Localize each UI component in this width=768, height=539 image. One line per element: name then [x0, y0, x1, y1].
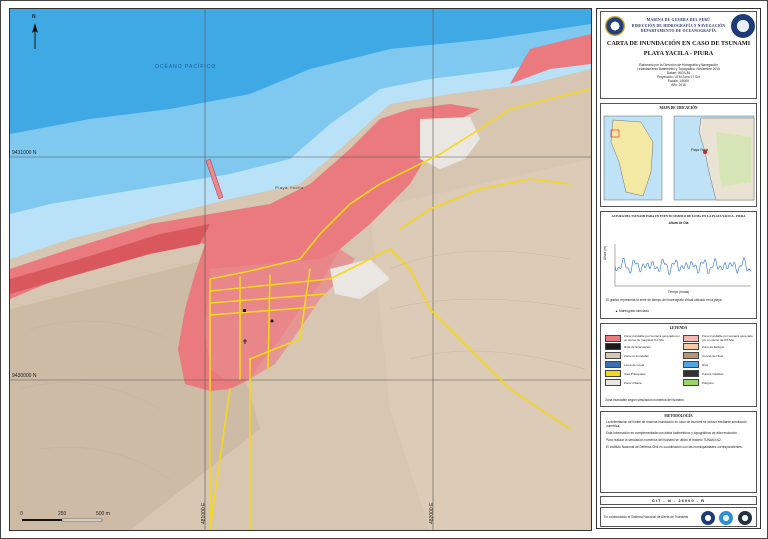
legend-item: Vías Principales — [605, 370, 646, 377]
legend-label: Curvas de Nivel — [702, 353, 724, 358]
ocean-label: OCÉANO PACÍFICO — [155, 64, 217, 70]
location-label: Playa Yacila — [691, 148, 709, 152]
legend-label: Zona no inundable — [624, 353, 649, 358]
legend-item: Curvas de Nivel — [683, 352, 723, 359]
legend-item: Zona Urbana — [605, 379, 642, 386]
legend-swatch — [683, 352, 699, 359]
legend-label: Vías Principales — [624, 371, 646, 376]
title-block: MARINA DE GUERRA DEL PERÚ DIRECCIÓN DE H… — [600, 11, 757, 99]
legend-swatch — [605, 334, 621, 342]
location-map: MAPA DE UBICACIÓN Playa Yacila — [600, 103, 757, 207]
legend-item: Zona no inundable — [605, 352, 649, 359]
legend-label: Zona Urbana — [624, 380, 642, 385]
methodology-paragraph: El Instituto Nacional de Defensa Civil e… — [606, 445, 743, 449]
legend-label: Polígono — [702, 380, 714, 385]
coord-label-east-1: 481000 E — [201, 502, 207, 524]
partner-logo — [738, 511, 752, 525]
code-text: CIT - N - 26000 - B — [651, 498, 705, 503]
partner-logo — [719, 511, 733, 525]
legend-swatch — [605, 379, 621, 386]
marker-legend: ▲ Mareógrafo simulado — [615, 309, 649, 313]
legend-title: LEYENDA — [669, 326, 688, 330]
north-label: N — [32, 14, 36, 20]
chart-note: El gráfico representa la serie de tiempo… — [606, 298, 723, 302]
legend-label: Puntos notables — [702, 371, 724, 376]
tsunami-map[interactable]: OCÉANO PACÍFICO Playa Yacila 9431000 N 9… — [9, 8, 592, 531]
methodology-paragraph: Esta información es complementada con da… — [606, 431, 738, 435]
legend: LEYENDA Zona inundable por tsunami gener… — [600, 323, 757, 407]
partner-logo — [701, 511, 715, 525]
info-panel: MARINA DE GUERRA DEL PERÚ DIRECCIÓN DE H… — [596, 8, 761, 529]
legend-label: Zona inundable por tsunami generado por … — [702, 334, 753, 342]
legend-swatch — [605, 370, 621, 377]
legend-item: Zona inundable por tsunami generado por … — [605, 334, 684, 342]
legend-item: Zona inundable por tsunami generado por … — [683, 334, 756, 342]
footer-text: En colaboración el Sistema Nacional de A… — [604, 515, 689, 519]
legend-swatch — [683, 361, 699, 368]
legend-swatch — [683, 370, 699, 377]
dhn-emblem — [731, 14, 755, 38]
coord-label-north-1: 9431000 N — [12, 150, 37, 156]
location-maps-svg — [603, 115, 755, 201]
header-info: Elaborado por la Dirección de Hidrografí… — [601, 63, 756, 87]
legend-item: Puntos notables — [683, 370, 724, 377]
footer: En colaboración el Sistema Nacional de A… — [600, 507, 757, 527]
legend-swatch — [683, 343, 699, 350]
chart-title: ALTURA DEL TSUNAMI PARA UN EVENTO SÍSMIC… — [611, 214, 746, 218]
legend-label: Ríos — [702, 362, 709, 367]
legend-label: Ruta de Evacuación — [624, 344, 651, 349]
info-line: Año: 2016 — [671, 83, 686, 87]
scale-label-2: 500 m — [96, 511, 110, 517]
tsunami-height-chart: ALTURA DEL TSUNAMI PARA UN EVENTO SÍSMIC… — [600, 211, 757, 319]
legend-swatch — [605, 343, 621, 350]
coord-label-north-2: 9430000 N — [12, 373, 37, 379]
legend-footnote: Zona inundable según simulación numérica… — [605, 398, 685, 402]
legend-item: Zona de Refugio — [683, 343, 724, 350]
wave-series — [614, 244, 752, 287]
legend-swatch — [683, 334, 699, 342]
location-title: MAPA DE UBICACIÓN — [659, 106, 698, 110]
scale-label-0: 0 — [20, 511, 23, 517]
legend-label: Zona inundable por tsunami generado por … — [624, 334, 680, 342]
scale-label-1: 250 — [58, 511, 67, 517]
legend-swatch — [683, 379, 699, 386]
chart-code: CIT - N - 26000 - B — [600, 496, 757, 505]
coord-label-east-2: 482000 E — [429, 502, 435, 524]
map-title: CARTA DE INUNDACIÓN EN CASO DE TSUNAMI — [606, 40, 751, 47]
map-subtitle: PLAYA YACILA - PIURA — [643, 50, 714, 57]
chart-xlabel: Tiempo (horas) — [667, 290, 690, 294]
map-canvas — [10, 9, 591, 530]
chart-ylabel: Altura (m) — [603, 246, 607, 260]
methodology: METODOLOGÍA La delimitación del límite d… — [600, 411, 757, 493]
legend-swatch — [605, 352, 621, 359]
methodology-paragraph: Para realizar la simulación numérica del… — [606, 438, 722, 442]
legend-swatch — [605, 361, 621, 368]
legend-item: Línea de Costa — [605, 361, 644, 368]
legend-item: Polígono — [683, 379, 714, 386]
scale-bar — [22, 518, 103, 522]
legend-label: Línea de Costa — [624, 362, 645, 367]
beach-label: Playa Yacila — [275, 185, 304, 190]
navy-emblem — [605, 16, 625, 36]
marker-label: Mareógrafo simulado — [619, 309, 649, 313]
legend-item: Ruta de Evacuación — [605, 343, 651, 350]
methodology-paragraph: La delimitación del límite de máxima inu… — [606, 420, 747, 428]
methodology-text: La delimitación del límite de máxima inu… — [601, 418, 756, 454]
legend-label: Zona de Refugio — [702, 344, 725, 349]
chart-subtitle: Altura de Ola — [668, 221, 689, 225]
legend-item: Ríos — [683, 361, 708, 368]
